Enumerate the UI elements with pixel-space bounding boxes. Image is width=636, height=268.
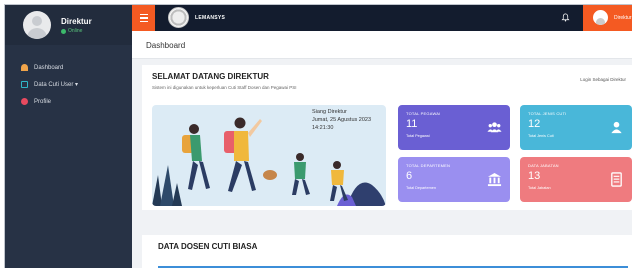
current-date: Jumat, 25 Agustus 2023 bbox=[312, 117, 372, 123]
user-status-label: Online bbox=[68, 28, 83, 34]
sidebar-menu: Dashboard Data Cuti User ▾ Profile bbox=[5, 59, 132, 110]
document-icon bbox=[611, 172, 622, 187]
online-dot-icon bbox=[61, 28, 66, 34]
user-menu-button[interactable]: Direktur bbox=[583, 5, 632, 31]
stat-value: 11 bbox=[406, 118, 418, 130]
user-status: Online bbox=[61, 28, 82, 34]
stat-label: TOTAL PEGAWAI bbox=[406, 111, 441, 116]
app-name: LEMANSYS bbox=[195, 15, 226, 21]
bell-icon[interactable] bbox=[561, 13, 570, 22]
sidebar-user-panel: Direktur Online bbox=[5, 5, 132, 45]
profile-icon bbox=[21, 98, 28, 105]
avatar bbox=[23, 11, 51, 39]
building-icon bbox=[487, 172, 502, 187]
stat-sub-label: Total Jabatan bbox=[528, 186, 551, 190]
data-icon bbox=[21, 81, 28, 88]
stat-card-data-jabatan[interactable]: DATA JABATAN 13 Total Jabatan bbox=[520, 157, 632, 202]
sidebar-item-data-cuti-user[interactable]: Data Cuti User ▾ bbox=[5, 76, 132, 93]
stat-sub-label: Total Departemen bbox=[406, 186, 436, 190]
sidebar-item-profile[interactable]: Profile bbox=[5, 93, 132, 110]
stat-label: TOTAL JENIS CUTI bbox=[528, 111, 567, 116]
login-as-link[interactable]: Login Sebagai Direktur bbox=[580, 77, 626, 82]
welcome-subtitle: Sistem ini digunakan untuk keperluan Cut… bbox=[152, 85, 297, 90]
welcome-title: SELAMAT DATANG DIREKTUR bbox=[152, 72, 269, 81]
stat-card-total-departemen[interactable]: TOTAL DEPARTEMEN 6 Total Departemen bbox=[398, 157, 510, 202]
dosen-cuti-table-card: DATA DOSEN CUTI BIASA bbox=[142, 235, 632, 268]
sidebar-item-label: Profile bbox=[34, 98, 52, 105]
greeting: Siang Direktur bbox=[312, 109, 347, 115]
welcome-card: SELAMAT DATANG DIREKTUR Sistem ini digun… bbox=[142, 65, 632, 210]
top-user-name: Direktur bbox=[614, 15, 632, 21]
stat-card-total-jenis-cuti[interactable]: TOTAL JENIS CUTI 12 Total Jenis Cuti bbox=[520, 105, 632, 150]
stat-value: 12 bbox=[528, 118, 541, 130]
stat-value: 13 bbox=[528, 170, 541, 182]
stat-label: DATA JABATAN bbox=[528, 163, 559, 168]
hamburger-line bbox=[139, 13, 148, 16]
stat-value: 6 bbox=[406, 170, 413, 182]
sidebar-item-dashboard[interactable]: Dashboard bbox=[5, 59, 132, 76]
hamburger-line bbox=[139, 20, 148, 23]
stat-label: TOTAL DEPARTEMEN bbox=[406, 163, 451, 168]
user-icon bbox=[611, 121, 622, 134]
sidebar: Direktur Online Dashboard Data Cuti User… bbox=[5, 5, 132, 268]
sidebar-item-label: Data Cuti User ▾ bbox=[34, 82, 79, 88]
main-content: Dashboard SELAMAT DATANG DIREKTUR Sistem… bbox=[132, 31, 632, 268]
stat-sub-label: Total Pegawai bbox=[406, 134, 430, 138]
hamburger-menu-button[interactable] bbox=[132, 5, 155, 31]
page-header: Dashboard bbox=[132, 31, 632, 59]
dashboard-icon bbox=[21, 64, 28, 71]
app-logo bbox=[168, 7, 189, 28]
topbar: LEMANSYS Direktur bbox=[132, 5, 632, 31]
sidebar-item-label: Dashboard bbox=[34, 64, 64, 71]
page-title: Dashboard bbox=[146, 41, 186, 50]
current-time: 14:21:30 bbox=[312, 125, 334, 131]
welcome-banner: Siang Direktur Jumat, 25 Agustus 2023 14… bbox=[152, 105, 386, 206]
table-title: DATA DOSEN CUTI BIASA bbox=[158, 242, 258, 251]
users-icon bbox=[487, 122, 502, 133]
avatar bbox=[593, 10, 608, 25]
app-window: Direktur Online Dashboard Data Cuti User… bbox=[4, 4, 632, 268]
stat-sub-label: Total Jenis Cuti bbox=[528, 134, 554, 138]
hamburger-line bbox=[139, 17, 148, 19]
stat-card-total-pegawai[interactable]: TOTAL PEGAWAI 11 Total Pegawai bbox=[398, 105, 510, 150]
sidebar-user-name: Direktur bbox=[61, 17, 92, 26]
